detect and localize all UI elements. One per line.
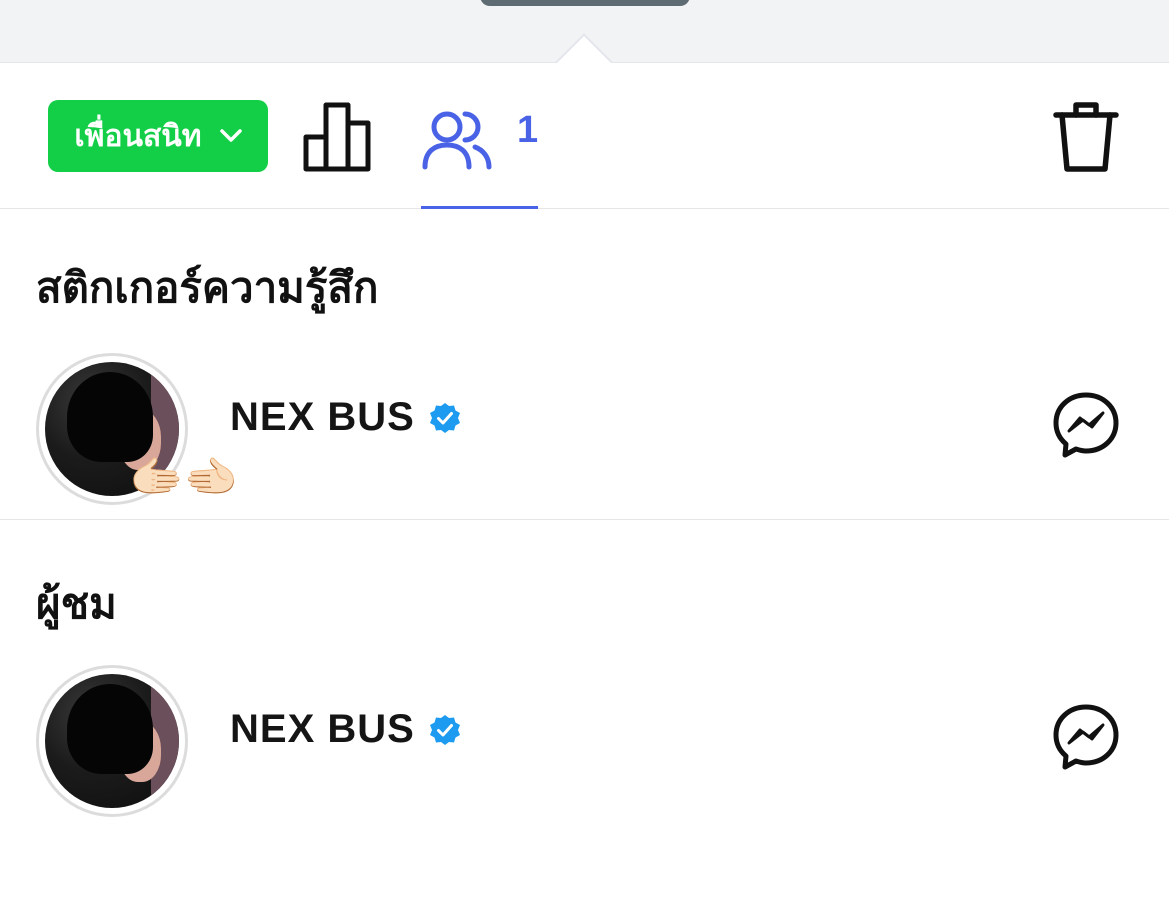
section-title-reaction-stickers: สติกเกอร์ความรู้สึก bbox=[36, 264, 379, 311]
avatar[interactable]: 🫱🏻‍🫲🏻 bbox=[36, 353, 239, 505]
chevron-down-icon bbox=[219, 129, 242, 142]
messenger-icon[interactable] bbox=[1052, 391, 1120, 459]
section-title-viewers: ผู้ชม bbox=[36, 580, 117, 627]
verified-badge-icon bbox=[429, 714, 460, 745]
divider bbox=[0, 519, 1169, 520]
viewer-name[interactable]: NEX BUS bbox=[230, 395, 461, 440]
viewer-name-text: NEX BUS bbox=[230, 395, 415, 439]
viewer-name-text: NEX BUS bbox=[230, 707, 415, 751]
avatar[interactable] bbox=[36, 665, 188, 817]
avatar-photo bbox=[45, 674, 179, 808]
bar-chart-icon[interactable] bbox=[302, 101, 374, 173]
drag-handle[interactable] bbox=[480, 0, 690, 6]
handshake-emoji-icon: 🫱🏻‍🫲🏻 bbox=[129, 452, 239, 503]
story-activity-panel: เพื่อนสนิท 1 bbox=[0, 63, 1169, 913]
list-item[interactable]: NEX BUS bbox=[0, 657, 1169, 817]
trash-icon[interactable] bbox=[1052, 99, 1120, 175]
verified-badge-icon bbox=[429, 402, 460, 433]
active-tab-indicator bbox=[421, 206, 538, 209]
viewer-name[interactable]: NEX BUS bbox=[230, 707, 461, 752]
audience-label: เพื่อนสนิท bbox=[74, 119, 202, 153]
list-item[interactable]: 🫱🏻‍🫲🏻 NEX BUS bbox=[0, 345, 1169, 505]
messenger-icon[interactable] bbox=[1052, 703, 1120, 771]
tab-viewers[interactable]: 1 bbox=[421, 91, 539, 209]
viewers-count: 1 bbox=[517, 109, 539, 151]
people-icon bbox=[422, 111, 492, 170]
toolbar: เพื่อนสนิท 1 bbox=[0, 63, 1169, 209]
audience-selector-button[interactable]: เพื่อนสนิท bbox=[48, 100, 268, 172]
